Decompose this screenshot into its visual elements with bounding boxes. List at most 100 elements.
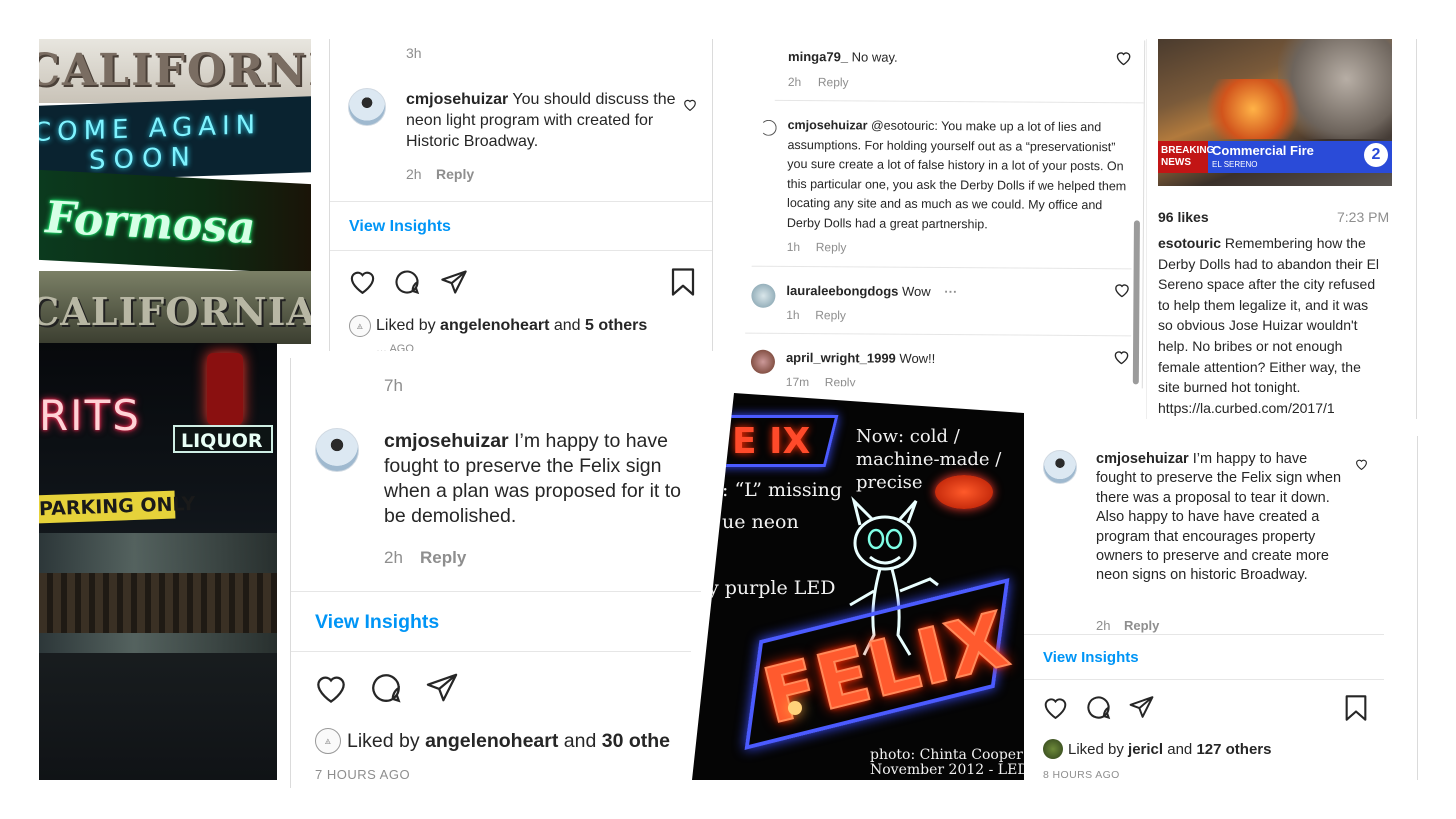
felix-top-text: E IX bbox=[732, 421, 811, 462]
divider bbox=[751, 265, 1132, 270]
share-button[interactable] bbox=[1128, 695, 1155, 719]
comment-text: I’m happy to have fought to preserve the… bbox=[1096, 451, 1342, 584]
save-button[interactable] bbox=[670, 267, 696, 297]
post-time: 7h bbox=[384, 376, 403, 395]
view-insights-link[interactable]: View Insights bbox=[315, 611, 439, 634]
liked-by-others[interactable]: 5 others bbox=[585, 317, 647, 334]
caption-username[interactable]: esotouric bbox=[1158, 235, 1221, 251]
comment-username[interactable]: cmjosehuizar bbox=[788, 118, 868, 133]
red-neon-tube bbox=[207, 353, 243, 425]
reply-button[interactable]: Reply bbox=[825, 375, 856, 388]
post-time: 3h bbox=[406, 45, 422, 61]
comment-button[interactable] bbox=[1085, 694, 1112, 721]
view-insights-link[interactable]: View Insights bbox=[349, 218, 451, 236]
liked-by-others[interactable]: 30 othe bbox=[602, 730, 670, 752]
comment-time: 2h bbox=[406, 166, 422, 182]
liquor-sign: LIQUOR bbox=[173, 425, 273, 453]
paper-plane-icon bbox=[441, 270, 467, 294]
avatar[interactable] bbox=[348, 88, 386, 126]
come-again-text: COME AGAIN bbox=[39, 109, 262, 148]
avatar[interactable] bbox=[315, 428, 359, 472]
comment-like-button[interactable] bbox=[1355, 458, 1368, 470]
fire-news-photo: BREAKING NEWS Commercial Fire EL SERENO … bbox=[1158, 39, 1392, 186]
reply-button[interactable]: Reply bbox=[815, 308, 846, 322]
commenter-avatar[interactable] bbox=[750, 349, 776, 374]
liked-by-line: Liked by angelenoheart and 5 others bbox=[376, 317, 647, 335]
view-insights-link[interactable]: View Insights bbox=[1043, 649, 1139, 666]
parking-sign-text: PARKING ONLY bbox=[39, 492, 196, 521]
comment-block: cmjosehuizar I’m happy to have fought to… bbox=[1096, 450, 1346, 586]
street-light bbox=[788, 701, 802, 715]
comment-bubble-icon bbox=[1087, 696, 1111, 720]
californian-dark-text: CALIFORNIAN bbox=[39, 289, 311, 334]
comment-button[interactable] bbox=[369, 671, 403, 705]
reply-button[interactable]: Reply bbox=[816, 240, 847, 254]
paper-plane-icon bbox=[426, 673, 458, 702]
comment-username[interactable]: lauraleebongdogs bbox=[786, 283, 898, 299]
like-button[interactable] bbox=[314, 672, 348, 703]
likes-count[interactable]: 96 likes bbox=[1158, 209, 1209, 225]
instagram-comment-card-3: cmjosehuizar I’m happy to have fought to… bbox=[1024, 436, 1418, 780]
post-time: 7:23 PM bbox=[1337, 209, 1390, 225]
reply-button[interactable]: Reply bbox=[420, 548, 466, 568]
commenter-avatar[interactable] bbox=[751, 283, 776, 308]
caption: esotouric Remembering how the Derby Doll… bbox=[1158, 233, 1386, 418]
divider bbox=[330, 201, 712, 202]
liked-by-user[interactable]: angelenoheart bbox=[425, 730, 558, 752]
soon-text: SOON bbox=[89, 142, 198, 177]
heart-icon bbox=[350, 271, 375, 294]
felix-sign-photo: E IX : “L” missing ue neon y purple LED … bbox=[692, 393, 1024, 780]
divider bbox=[774, 99, 1145, 104]
liked-by-and: and bbox=[553, 317, 581, 334]
photo-credit-line1: photo: Chinta Cooper bbox=[870, 747, 1023, 763]
comment-time: 1h bbox=[786, 239, 801, 255]
breaking-news-label: BREAKING NEWS bbox=[1158, 141, 1214, 173]
comment-like-button[interactable] bbox=[1115, 50, 1132, 66]
like-button[interactable] bbox=[348, 268, 377, 294]
caption-text: Remembering how the Derby Dolls had to a… bbox=[1158, 235, 1380, 396]
liked-by-prefix: Liked by bbox=[376, 317, 436, 334]
like-button[interactable] bbox=[1042, 695, 1069, 719]
comment-username[interactable]: cmjosehuizar bbox=[1096, 451, 1189, 467]
liked-by-line: Liked by angelenoheart and 30 othe bbox=[347, 730, 679, 753]
news-headline: Commercial Fire bbox=[1212, 143, 1314, 158]
comment-button[interactable] bbox=[393, 268, 421, 296]
neon-collage: CALIFORNIAN COME AGAIN SOON Formosa CALI… bbox=[39, 39, 311, 344]
instagram-comment-card-2: 7h cmjosehuizar I’m happy to have fought… bbox=[290, 358, 730, 788]
divider bbox=[330, 250, 712, 251]
comments-panel: minga79_ No way. 2h Reply cmjosehuizar @… bbox=[730, 37, 1146, 389]
liquor-store-photo: RITS LIQUOR PARKING ONLY bbox=[39, 343, 277, 780]
save-button[interactable] bbox=[1344, 694, 1368, 722]
liked-by-user[interactable]: jericl bbox=[1128, 741, 1163, 758]
comment-time: 2h bbox=[1096, 618, 1111, 633]
comment-username[interactable]: cmjosehuizar bbox=[384, 430, 509, 452]
heart-icon bbox=[317, 676, 345, 703]
comment-username[interactable]: april_wright_1999 bbox=[786, 350, 896, 366]
reply-button[interactable]: Reply bbox=[1124, 618, 1159, 633]
more-options-icon[interactable]: ··· bbox=[944, 284, 957, 299]
share-button[interactable] bbox=[440, 269, 468, 295]
avatar[interactable] bbox=[1043, 450, 1077, 484]
liked-by-avatar[interactable] bbox=[1043, 739, 1063, 759]
liked-by-avatar[interactable]: ◬ bbox=[349, 315, 371, 337]
storefront-shelves bbox=[39, 573, 277, 633]
liked-by-user[interactable]: angelenoheart bbox=[440, 317, 549, 334]
liked-by-avatar[interactable]: ◬ bbox=[315, 728, 341, 754]
comment-username[interactable]: cmjosehuizar bbox=[406, 91, 508, 108]
liquor-sign-text: LIQUOR bbox=[181, 430, 263, 452]
comment-like-button[interactable] bbox=[1113, 349, 1130, 365]
reply-button[interactable]: Reply bbox=[818, 75, 849, 89]
scrollbar-thumb[interactable] bbox=[1132, 220, 1140, 385]
caption-link[interactable]: https://la.curbed.com/2017/1 bbox=[1158, 400, 1335, 416]
reply-button[interactable]: Reply bbox=[436, 166, 474, 182]
comment-username[interactable]: minga79_ bbox=[788, 49, 848, 64]
liked-by-others[interactable]: 127 others bbox=[1196, 741, 1271, 758]
photo-credit-line2: November 2012 - LED bbox=[870, 762, 1024, 778]
annotation-led: y purple LED bbox=[708, 577, 836, 599]
comment-like-button[interactable] bbox=[1113, 282, 1130, 298]
formosa-text: Formosa bbox=[45, 192, 256, 255]
comment-like-button[interactable] bbox=[683, 98, 697, 111]
comment-row: cmjosehuizar @esotouric: You make up a l… bbox=[787, 116, 1132, 236]
share-button[interactable] bbox=[425, 672, 459, 703]
post-timestamp: 7 HOURS AGO bbox=[315, 767, 411, 782]
